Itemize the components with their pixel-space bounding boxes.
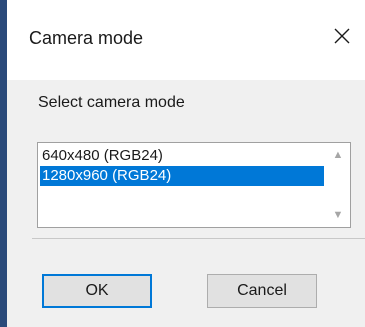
scroll-up-arrow-icon[interactable]: ▲ (327, 144, 349, 166)
dialog-body: Select camera mode 640x480 (RGB24) 1280x… (7, 80, 365, 327)
cancel-button[interactable]: Cancel (207, 274, 317, 308)
list-item-1280x960[interactable]: 1280x960 (RGB24) (40, 166, 324, 186)
dialog-title: Camera mode (29, 28, 144, 48)
list-item-640x480[interactable]: 640x480 (RGB24) (40, 146, 324, 166)
separator (32, 238, 365, 239)
title-bar[interactable]: Camera mode (7, 0, 365, 80)
scroll-down-arrow-icon[interactable]: ▼ (327, 204, 349, 226)
listbox-scrollbar[interactable]: ▲ ▼ (327, 144, 349, 226)
select-mode-label: Select camera mode (38, 94, 185, 111)
camera-mode-dialog: Camera mode Select camera mode 640x480 (… (7, 0, 365, 327)
ok-button[interactable]: OK (42, 274, 152, 308)
camera-mode-listbox[interactable]: 640x480 (RGB24) 1280x960 (RGB24) ▲ ▼ (37, 142, 351, 228)
close-icon (334, 28, 350, 44)
background-window-edge (0, 0, 7, 327)
close-button[interactable] (319, 14, 365, 58)
